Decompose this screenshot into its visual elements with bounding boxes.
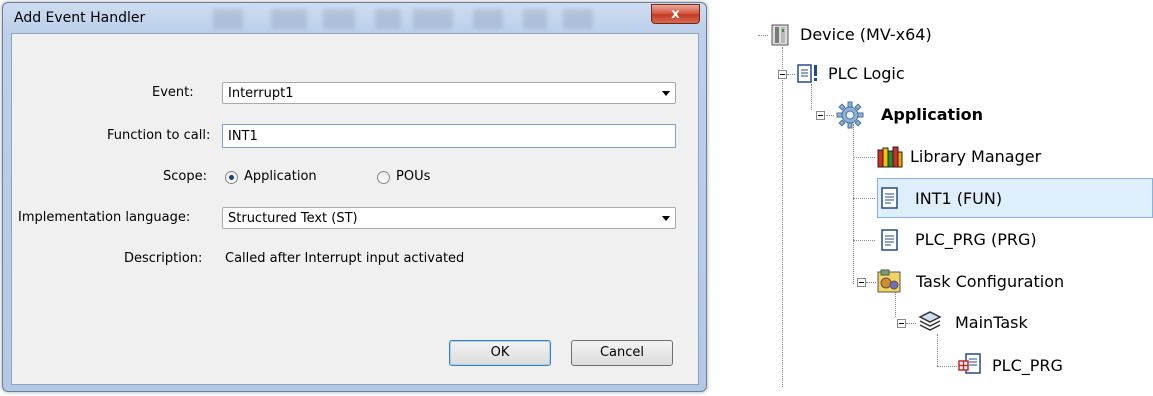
tree-connector: [853, 124, 854, 284]
tree-connector: [937, 366, 957, 367]
tree-node-device[interactable]: Device (MV-x64): [800, 25, 932, 44]
event-label: Event:: [152, 85, 194, 100]
tree-connector: [787, 74, 795, 75]
task-stack-icon: [918, 311, 942, 331]
plc-logic-icon: [797, 64, 817, 83]
scope-pous-radio[interactable]: [377, 171, 390, 184]
scope-label: Scope:: [163, 169, 207, 184]
blurred-background-icon: [523, 9, 547, 29]
tree-node-maintask[interactable]: MainTask: [955, 313, 1028, 332]
title-bar[interactable]: Add Event Handler x: [3, 3, 706, 33]
tree-connector: [937, 334, 938, 366]
tree-connector: [782, 47, 783, 387]
scope-application-radio[interactable]: [225, 171, 238, 184]
gear-icon: [836, 101, 864, 129]
blurred-background-icon: [473, 9, 503, 29]
add-event-handler-dialog: Add Event Handler x Event: Interrupt1 Fu…: [2, 2, 707, 392]
dialog-title: Add Event Handler: [14, 10, 146, 26]
collapse-toggle-icon[interactable]: [857, 278, 866, 287]
tree-connector: [758, 35, 768, 36]
blurred-background-icon: [563, 9, 593, 29]
tree-node-plc-prg-prg[interactable]: PLC_PRG (PRG): [915, 230, 1037, 249]
ok-button[interactable]: OK: [449, 340, 551, 366]
tree-node-plc-logic[interactable]: PLC Logic: [828, 64, 905, 83]
blurred-background-icon: [413, 9, 453, 29]
implementation-language-dropdown[interactable]: Structured Text (ST): [222, 207, 676, 229]
tree-node-application[interactable]: Application: [881, 105, 983, 124]
program-call-icon: [958, 353, 981, 374]
function-to-call-label: Function to call:: [107, 128, 211, 143]
collapse-toggle-icon[interactable]: [816, 111, 825, 120]
tree-connector: [853, 198, 875, 199]
blurred-background-icon: [213, 9, 243, 29]
event-value: Interrupt1: [228, 86, 294, 101]
pou-document-icon: [881, 229, 898, 251]
function-to-call-field[interactable]: [223, 125, 675, 147]
collapse-toggle-icon[interactable]: [897, 319, 906, 328]
tree-node-int1-fun[interactable]: INT1 (FUN): [915, 189, 1002, 208]
description-label: Description:: [124, 251, 203, 266]
function-to-call-input[interactable]: [222, 124, 676, 148]
tree-connector: [853, 157, 875, 158]
tree-node-library-manager[interactable]: Library Manager: [910, 147, 1041, 166]
blurred-background-icon: [323, 9, 355, 29]
tree-connector: [906, 323, 916, 324]
event-dropdown[interactable]: Interrupt1: [222, 82, 676, 104]
task-configuration-icon: [877, 269, 901, 293]
tree-connector: [866, 282, 876, 283]
dropdown-arrow-icon: [662, 91, 670, 96]
device-icon: [771, 24, 789, 46]
pou-document-icon: [881, 187, 898, 209]
tree-node-plc-prg-call[interactable]: PLC_PRG: [992, 356, 1063, 375]
dialog-client-area: Event: Interrupt1 Function to call: Scop…: [11, 33, 699, 385]
tree-connector: [895, 292, 896, 317]
library-books-icon: [877, 146, 903, 168]
close-button[interactable]: x: [651, 4, 700, 24]
implementation-language-label: Implementation language:: [18, 210, 191, 225]
close-icon: x: [671, 7, 680, 22]
blurred-background-icon: [375, 9, 401, 29]
scope-pous-label[interactable]: POUs: [396, 169, 430, 184]
implementation-language-value: Structured Text (ST): [228, 211, 358, 226]
cancel-button[interactable]: Cancel: [571, 340, 673, 366]
blurred-background-icon: [271, 9, 307, 29]
dropdown-arrow-icon: [662, 216, 670, 221]
tree-node-task-configuration[interactable]: Task Configuration: [916, 272, 1064, 291]
description-text: Called after Interrupt input activated: [225, 251, 465, 266]
collapse-toggle-icon[interactable]: [778, 70, 787, 79]
tree-connector: [826, 115, 834, 116]
tree-connector: [811, 84, 812, 110]
tree-connector: [853, 240, 875, 241]
scope-application-label[interactable]: Application: [244, 169, 317, 184]
